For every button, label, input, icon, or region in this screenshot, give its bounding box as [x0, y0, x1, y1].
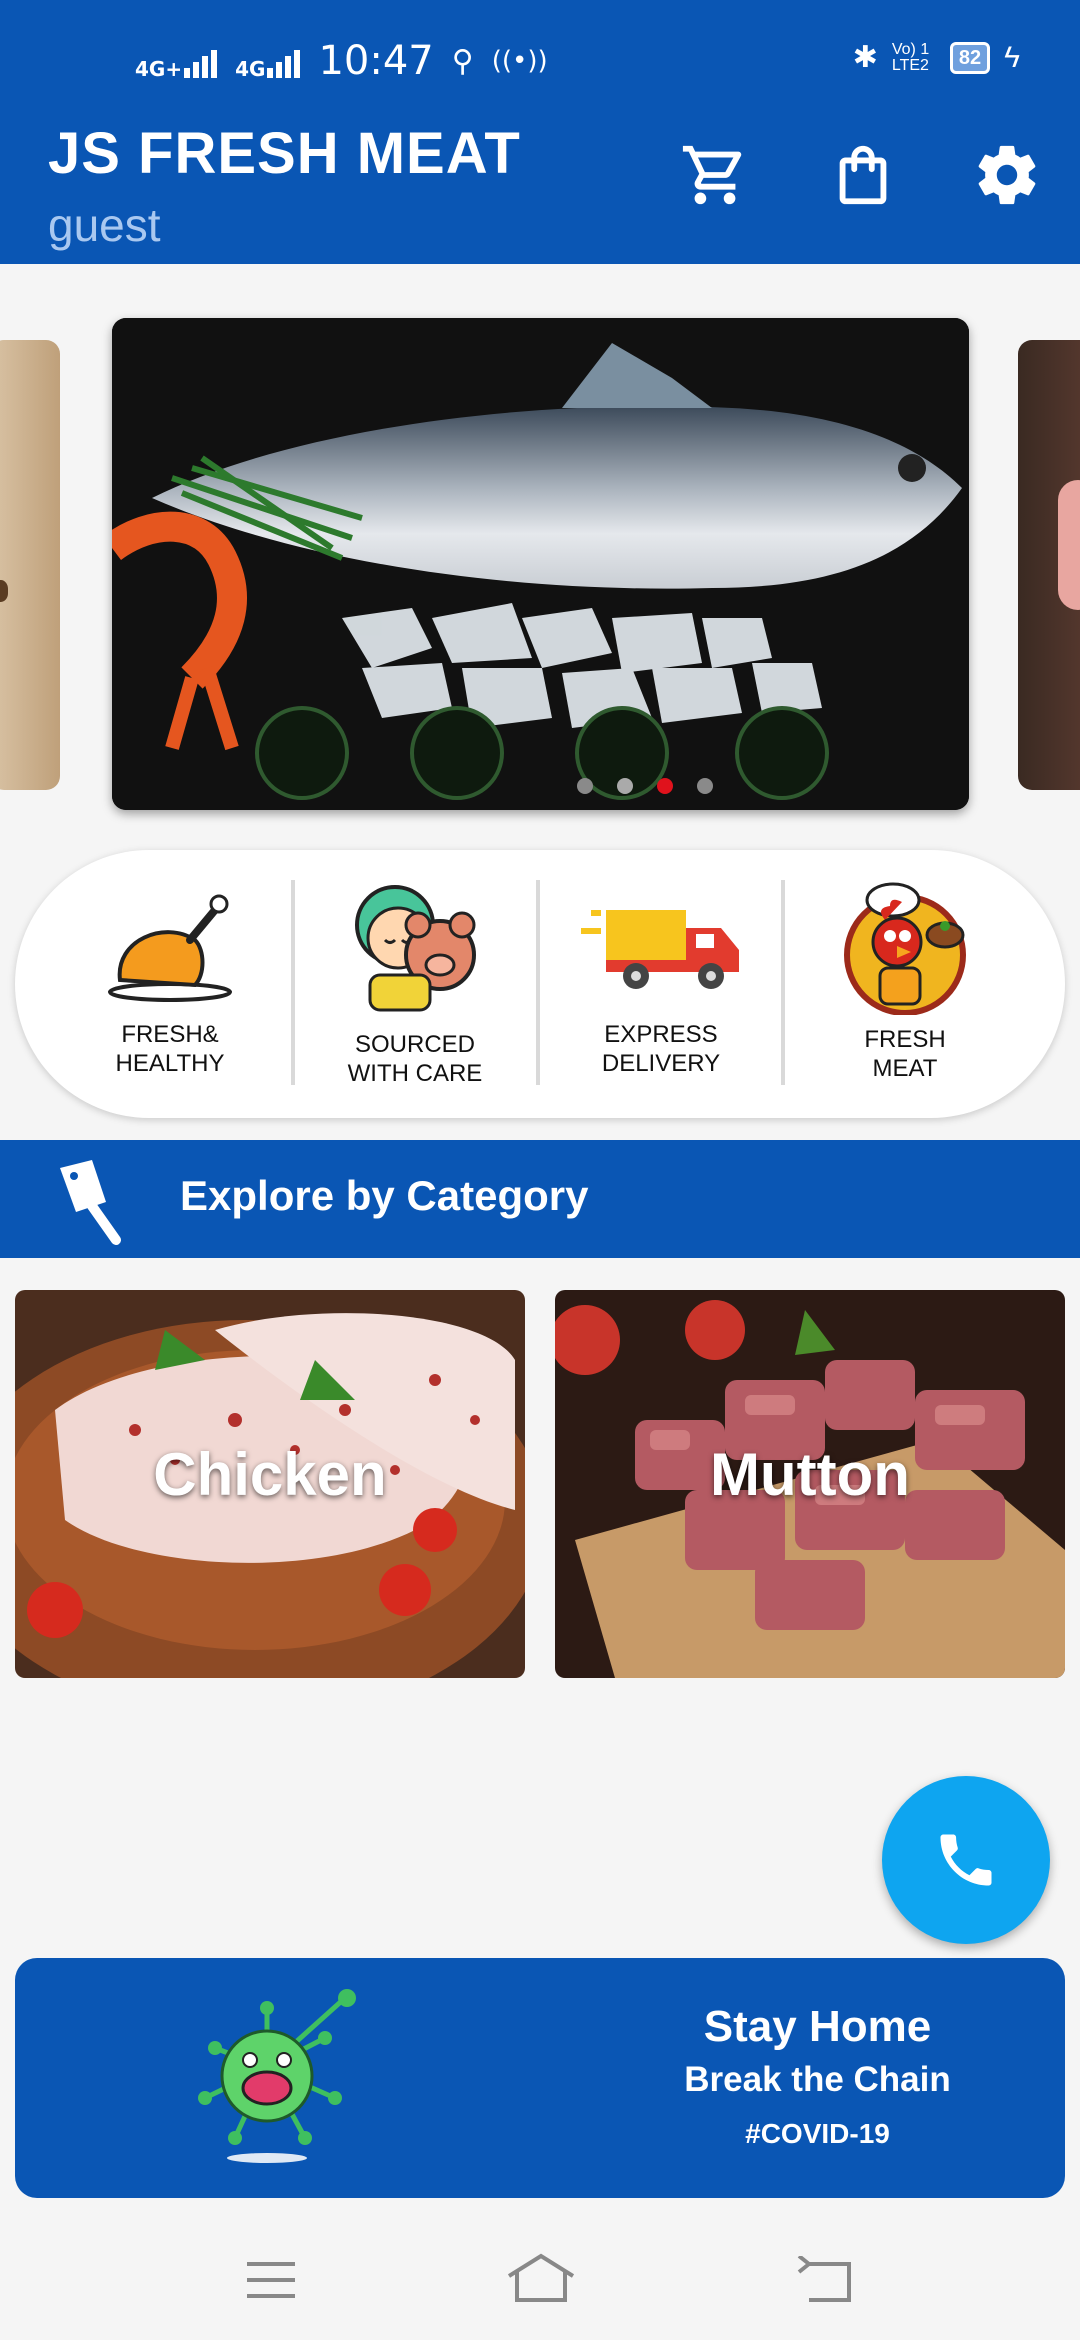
feature-label: FRESH& HEALTHY	[115, 1021, 225, 1077]
status-left: 4G+ 4G 10:47 ⚲ ((•))	[135, 38, 548, 84]
shopping-bag-icon[interactable]	[828, 140, 898, 210]
category-card-mutton[interactable]: Mutton	[555, 1290, 1065, 1678]
features-strip: FRESH& HEALTHY SOURCED WITH CARE EXPRESS	[15, 850, 1065, 1118]
network-type-1: 4G+	[135, 57, 183, 81]
phone-icon	[940, 1834, 992, 1886]
user-name: guest	[48, 199, 161, 251]
category-name: Chicken	[153, 1441, 387, 1508]
bluetooth-icon: ✱	[852, 41, 878, 74]
feature-label: FRESH MEAT	[864, 1026, 946, 1082]
cart-icon[interactable]	[680, 140, 750, 210]
signal-2: 4G	[235, 44, 301, 81]
category-card-chicken[interactable]: Chicken	[15, 1290, 525, 1678]
battery-icon: 82	[949, 41, 991, 74]
carousel-dot[interactable]	[577, 778, 593, 794]
carousel-dots	[577, 778, 713, 794]
meat-cleaver-icon	[60, 1160, 121, 1245]
menu-icon[interactable]	[245, 2260, 297, 2300]
carousel-dot-active[interactable]	[657, 778, 673, 794]
carousel-dot[interactable]	[697, 778, 713, 794]
system-nav-bar	[0, 2214, 1080, 2340]
feature-fresh-meat: FRESH MEAT	[785, 880, 1025, 1083]
roast-chicken-icon	[108, 894, 232, 1002]
feature-label: EXPRESS DELIVERY	[601, 1021, 721, 1077]
category-name: Mutton	[710, 1441, 910, 1508]
category-title: Explore by Category	[180, 1172, 589, 1219]
carousel-dot[interactable]	[617, 778, 633, 794]
settings-gear-icon[interactable]	[972, 140, 1042, 210]
status-bar: 4G+ 4G 10:47 ⚲ ((•)) ✱ Vo) 1 LTE2 82 ϟ	[0, 0, 1080, 120]
covid-line1: Stay Home	[703, 2002, 932, 2051]
covid-banner[interactable]: Stay Home Break the Chain #COVID-19	[15, 1958, 1065, 2198]
banner-carousel[interactable]	[0, 300, 1080, 820]
call-fab-button[interactable]	[882, 1776, 1050, 1944]
feature-label: SOURCED WITH CARE	[347, 1031, 483, 1087]
charging-icon: ϟ	[1004, 40, 1020, 74]
app-bar: JS FRESH MEAT guest	[0, 120, 1080, 264]
fish-banner-image	[112, 318, 969, 810]
delivery-truck-icon	[581, 910, 739, 989]
volte-indicator: Vo) 1 LTE2	[891, 40, 930, 74]
usb-icon: ⚲	[451, 43, 474, 79]
feature-sourced-care: SOURCED WITH CARE	[295, 880, 535, 1088]
chef-rooster-icon	[844, 882, 966, 1015]
feature-divider	[536, 880, 540, 1085]
signal-bars-icon	[184, 44, 218, 78]
carousel-prev-card[interactable]	[0, 340, 60, 790]
carousel-next-card[interactable]	[1018, 340, 1080, 790]
feature-fresh-healthy: FRESH& HEALTHY	[50, 880, 290, 1078]
covid-line2: Break the Chain	[684, 2060, 951, 2099]
category-header: Explore by Category	[0, 1140, 1080, 1258]
virus-mascot-icon	[198, 1989, 356, 2163]
hotspot-icon: ((•))	[491, 46, 548, 76]
girl-hugging-pig-icon	[355, 885, 476, 1012]
home-icon[interactable]	[505, 2252, 577, 2304]
signal-1: 4G+	[135, 44, 218, 81]
covid-text: Stay Home Break the Chain #COVID-19	[635, 2002, 1000, 2150]
feature-express-delivery: EXPRESS DELIVERY	[541, 880, 781, 1078]
covid-hashtag: #COVID-19	[745, 2118, 890, 2149]
back-icon[interactable]	[795, 2256, 855, 2304]
app-title: JS FRESH MEAT	[48, 121, 521, 186]
status-time: 10:47	[318, 38, 434, 84]
network-type-2: 4G	[235, 57, 266, 81]
status-right: ✱ Vo) 1 LTE2 82 ϟ	[853, 40, 1020, 75]
signal-bars-icon	[267, 44, 301, 78]
carousel-slide-fish[interactable]	[112, 318, 969, 810]
